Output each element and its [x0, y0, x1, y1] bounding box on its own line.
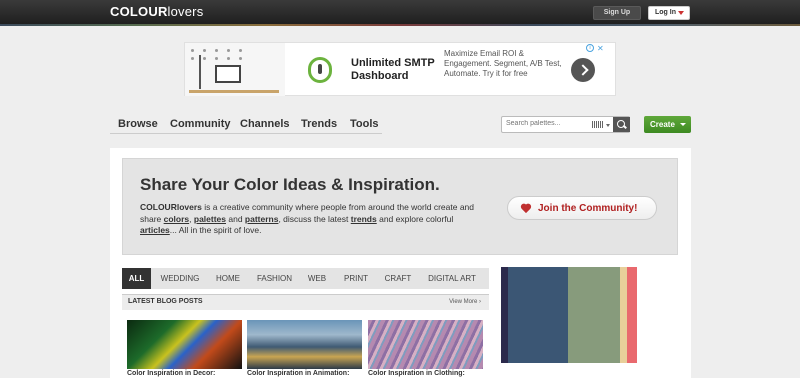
featured-palette[interactable]: [501, 267, 637, 363]
color-stripe: [0, 24, 800, 26]
tab-craft[interactable]: CRAFT: [380, 268, 416, 289]
post-image[interactable]: [368, 320, 483, 369]
tab-wedding[interactable]: WEDDING: [157, 268, 203, 289]
nav-channels[interactable]: Channels: [240, 118, 290, 130]
heart-icon: [520, 204, 532, 214]
nav-community[interactable]: Community: [170, 118, 231, 130]
search-input[interactable]: [506, 120, 586, 127]
log-in-label: Log In: [655, 9, 676, 16]
search-box: [501, 116, 630, 133]
hero-text: COLOURlovers is a creative community whe…: [140, 202, 475, 235]
nav-tools[interactable]: Tools: [350, 118, 379, 130]
chevron-down-icon[interactable]: [606, 124, 610, 127]
link-patterns[interactable]: patterns: [245, 214, 279, 224]
site-logo[interactable]: COLOURlovers: [110, 4, 203, 19]
blog-post[interactable]: Color Inspiration in Clothing:: [368, 320, 483, 378]
blog-header: LATEST BLOG POSTS View More ›: [122, 294, 489, 310]
link-trends[interactable]: trends: [351, 214, 377, 224]
ad-title: Unlimited SMTP Dashboard: [351, 57, 435, 82]
join-label: Join the Community!: [538, 203, 638, 214]
nav-trends[interactable]: Trends: [301, 118, 337, 130]
sign-up-button[interactable]: Sign Up: [593, 6, 641, 20]
log-in-button[interactable]: Log In: [648, 6, 690, 20]
tab-print[interactable]: PRINT: [339, 268, 373, 289]
tab-all[interactable]: ALL: [122, 268, 151, 289]
palette-swatch[interactable]: [568, 267, 620, 363]
ad-info-icon[interactable]: i: [586, 44, 594, 52]
create-button[interactable]: Create: [644, 116, 691, 133]
view-more-link[interactable]: View More ›: [449, 299, 481, 305]
tab-home[interactable]: HOME: [210, 268, 246, 289]
category-tabs: ALL WEDDING HOME FASHION WEB PRINT CRAFT…: [122, 268, 489, 289]
chevron-down-icon: [680, 123, 686, 126]
search-icon[interactable]: [613, 117, 630, 132]
nav-browse[interactable]: Browse: [118, 118, 158, 130]
ad-banner[interactable]: Unlimited SMTP Dashboard Maximize Email …: [184, 42, 616, 96]
create-label: Create: [650, 120, 675, 129]
top-bar: COLOURlovers Sign Up Log In: [0, 0, 800, 24]
ad-logo-icon: [308, 57, 332, 83]
main-nav: Browse Community Channels Trends Tools: [110, 116, 382, 134]
palette-swatch[interactable]: [501, 267, 508, 363]
arrow-right-icon[interactable]: [571, 58, 595, 82]
hero-title: Share Your Color Ideas & Inspiration.: [140, 175, 440, 194]
post-image[interactable]: [247, 320, 362, 369]
post-title[interactable]: Color Inspiration in Decor:: [127, 370, 215, 377]
hero-box: Share Your Color Ideas & Inspiration. CO…: [122, 158, 678, 255]
chevron-down-icon: [678, 11, 684, 15]
blog-post[interactable]: Color Inspiration in Decor:: [127, 320, 242, 378]
post-image[interactable]: [127, 320, 242, 369]
palette-swatch[interactable]: [508, 267, 568, 363]
link-colors[interactable]: colors: [164, 214, 190, 224]
tab-web[interactable]: WEB: [302, 268, 332, 289]
blog-post[interactable]: Color Inspiration in Animation:: [247, 320, 362, 378]
ad-text: Maximize Email ROI & Engagement. Segment…: [444, 49, 562, 78]
blog-heading: LATEST BLOG POSTS: [128, 298, 203, 305]
link-palettes[interactable]: palettes: [194, 214, 226, 224]
tab-digital-art[interactable]: DIGITAL ART: [422, 268, 482, 289]
barcode-icon[interactable]: [592, 121, 604, 128]
palette-swatch[interactable]: [620, 267, 627, 363]
close-icon[interactable]: ✕: [597, 44, 604, 53]
ad-illustration: [185, 43, 285, 96]
join-community-button[interactable]: Join the Community!: [507, 196, 657, 220]
post-title[interactable]: Color Inspiration in Clothing:: [368, 370, 465, 377]
palette-swatch[interactable]: [627, 267, 637, 363]
link-articles[interactable]: articles: [140, 225, 170, 235]
tab-fashion[interactable]: FASHION: [252, 268, 297, 289]
post-title[interactable]: Color Inspiration in Animation:: [247, 370, 349, 377]
